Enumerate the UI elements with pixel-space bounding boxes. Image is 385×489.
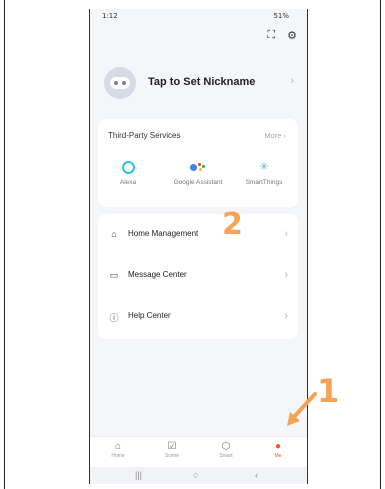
me-icon: ● [274, 441, 282, 452]
menu-card: ⌂ Home Management › ▭ Message Center › ⓘ… [98, 214, 298, 339]
service-smartthings[interactable]: ✳ SmartThings [234, 159, 294, 187]
nickname-label: Tap to Set Nickname [148, 76, 256, 88]
google-assistant-icon [190, 161, 206, 173]
menu-item-label: Home Management [128, 229, 199, 238]
service-label: SmartThings [245, 179, 283, 186]
home-icon: ⌂ [111, 229, 117, 239]
service-alexa[interactable]: Alexa [98, 159, 158, 187]
more-link[interactable]: More › [264, 131, 286, 140]
android-nav-bar: ||| ○ ‹ [90, 467, 307, 484]
scan-icon[interactable]: ⛶ [267, 29, 275, 42]
status-time: 1:12 [102, 12, 118, 20]
frame-right-line [380, 0, 381, 489]
chevron-right-icon: › [290, 75, 294, 87]
phone-screen: 1:12 51% ⛶ ⚙ Tap to Set Nickname › Third… [89, 9, 308, 484]
service-label: Alexa [119, 179, 137, 186]
chevron-right-icon: › [284, 269, 288, 281]
annotation-number-1: 1 [317, 372, 340, 410]
tab-label: Home [111, 453, 125, 459]
alexa-icon [121, 160, 135, 174]
recent-apps-icon[interactable]: ||| [135, 470, 142, 480]
status-battery: 51% [273, 12, 289, 20]
help-icon: ⓘ [109, 313, 119, 323]
service-label: Google Assistant [173, 179, 223, 186]
message-icon: ▭ [109, 270, 119, 280]
smart-icon: ⬡ [221, 441, 231, 452]
smartthings-icon: ✳ [259, 161, 269, 173]
chevron-right-icon: › [284, 228, 288, 240]
more-label: More [264, 131, 282, 140]
tab-label: Smart [219, 453, 233, 459]
profile-row[interactable]: Tap to Set Nickname › [104, 63, 296, 103]
avatar[interactable] [104, 67, 136, 99]
robot-icon [110, 77, 130, 89]
home-circle-icon[interactable]: ○ [193, 470, 198, 480]
tab-home[interactable]: ⌂ Home [100, 441, 136, 459]
menu-item-label: Help Center [128, 311, 171, 320]
third-party-services-card: Third-Party Services More › Alexa Google… [98, 119, 298, 207]
settings-icon[interactable]: ⚙ [287, 29, 297, 42]
menu-item-help-center[interactable]: ⓘ Help Center › [98, 296, 298, 336]
chevron-right-icon: › [284, 310, 288, 322]
annotation-arrow [287, 392, 317, 426]
third-party-title: Third-Party Services [108, 131, 181, 140]
status-bar: 1:12 51% [90, 9, 307, 23]
tab-smart[interactable]: ⬡ Smart [208, 441, 244, 459]
scene-icon: ☑ [167, 441, 177, 452]
bottom-tab-bar: ⌂ Home ☑ Scene ⬡ Smart ● Me [90, 436, 307, 467]
tab-scene[interactable]: ☑ Scene [154, 441, 190, 459]
tab-label: Me [274, 453, 282, 459]
tab-label: Scene [164, 453, 180, 459]
back-icon[interactable]: ‹ [255, 470, 258, 480]
service-google-assistant[interactable]: Google Assistant [168, 159, 228, 187]
frame-left-line [4, 0, 5, 489]
menu-item-message-center[interactable]: ▭ Message Center › [98, 255, 298, 295]
menu-item-label: Message Center [128, 270, 187, 279]
home-icon: ⌂ [114, 441, 122, 452]
annotation-number-2: 2 [222, 207, 243, 242]
tab-me[interactable]: ● Me [260, 441, 296, 459]
top-actions: ⛶ ⚙ [267, 29, 297, 42]
menu-item-home-management[interactable]: ⌂ Home Management › [98, 214, 298, 254]
